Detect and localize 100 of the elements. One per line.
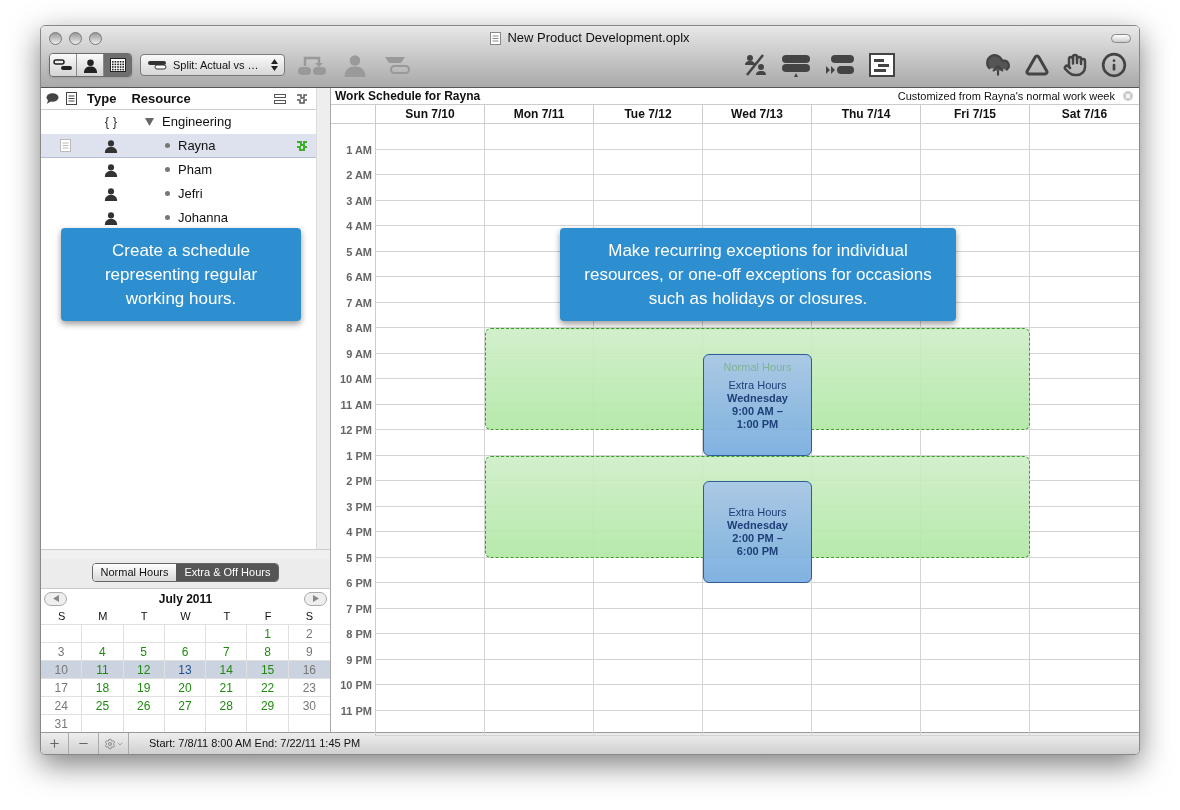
calendar-grid-icon (109, 58, 126, 72)
calendar-day[interactable]: 25 (95, 697, 110, 715)
resource-name: Pham (178, 160, 212, 179)
day-header: Tue 7/12 (594, 105, 703, 123)
cloud-upload-icon[interactable] (985, 52, 1011, 78)
report-icon[interactable] (869, 53, 895, 77)
view-mode-button[interactable] (104, 54, 131, 76)
hour-label: 6 PM (346, 576, 372, 591)
weekday-label: S (56, 609, 67, 624)
comment-icon (46, 93, 59, 104)
hours-tab[interactable]: Normal Hours (92, 564, 177, 581)
calendar-day[interactable]: 18 (95, 679, 110, 697)
calendar-day[interactable]: 31 (54, 715, 68, 733)
column-header[interactable]: Resource (131, 88, 191, 109)
view-mode-button[interactable] (50, 54, 77, 76)
calendar-day[interactable]: 3 (57, 643, 65, 661)
resource-name: Jefri (178, 184, 203, 203)
weekday-label: M (97, 609, 109, 624)
row-height-icon[interactable] (274, 93, 286, 104)
window-control[interactable] (49, 31, 62, 45)
calendar-day[interactable]: 14 (219, 661, 233, 679)
document-icon (66, 92, 77, 105)
resource-row[interactable]: Johanna (41, 206, 316, 230)
column-header[interactable]: Type (87, 88, 117, 109)
disclosure-triangle-icon[interactable] (145, 117, 154, 126)
calendar-day[interactable]: 21 (219, 679, 233, 697)
resource-row[interactable]: Rayna (41, 134, 316, 158)
stepper-icon (271, 59, 278, 71)
calendar-day[interactable]: 6 (181, 643, 189, 661)
hour-label: 9 PM (346, 652, 372, 668)
calendar-day[interactable]: 10 (54, 661, 68, 679)
person-icon (104, 186, 118, 201)
day-header: Wed 7/13 (703, 105, 812, 123)
calendar-day[interactable]: 11 (96, 661, 109, 679)
status-text: Start: 7/8/11 8:00 AM End: 7/22/11 1:45 PM (149, 736, 361, 752)
calendar-day[interactable]: 29 (260, 697, 275, 715)
toolbar-button[interactable] (1111, 33, 1131, 43)
calendar-day[interactable]: 17 (54, 679, 68, 697)
customization-note: Customized from Rayna's normal work week (897, 88, 1115, 104)
hour-label: 10 PM (340, 678, 372, 693)
calendar-day[interactable]: 24 (54, 697, 68, 715)
hour-label: 11 PM (340, 703, 372, 719)
calendar-day[interactable]: 9 (306, 643, 313, 661)
hour-label: 3 AM (346, 193, 372, 209)
hour-label: 2 AM (346, 168, 372, 183)
block-text: 2:00 PM – (732, 532, 783, 545)
hour-label: 4 PM (346, 525, 372, 540)
calendar-day[interactable]: 30 (302, 697, 316, 715)
calendar-day[interactable]: 23 (302, 679, 316, 697)
calendar-day[interactable]: 16 (302, 661, 316, 679)
calendar-day[interactable]: 15 (260, 661, 275, 679)
schedule-column-icon[interactable] (296, 92, 308, 105)
day-header: Mon 7/11 (485, 105, 594, 123)
calendar-day[interactable]: 19 (137, 679, 151, 697)
window-control[interactable] (69, 31, 82, 45)
calendar-day[interactable]: 1 (264, 625, 271, 643)
info-icon[interactable] (1101, 52, 1127, 78)
calendar-day[interactable]: 5 (140, 643, 148, 661)
block-text: Extra Hours (728, 378, 787, 392)
calendar-day[interactable]: 20 (178, 679, 192, 697)
weekday-label: S (304, 609, 314, 624)
resource-name: Rayna (178, 136, 216, 155)
resource-row[interactable]: { } Engineering (41, 110, 316, 134)
calendar-day[interactable]: 4 (99, 643, 106, 661)
schedule-title: Work Schedule for Rayna (335, 88, 481, 105)
previous-month-button[interactable] (44, 591, 67, 606)
person-icon (82, 57, 98, 73)
calendar-day[interactable]: 26 (137, 697, 151, 715)
weekday-label: T (139, 609, 149, 624)
calendar-day[interactable]: 27 (178, 697, 192, 715)
calendar-day[interactable]: 12 (137, 661, 151, 679)
calendar-day[interactable]: 7 (222, 643, 230, 661)
split-assignment-icon[interactable] (743, 53, 767, 77)
playback-bars-icon[interactable] (825, 54, 855, 76)
hierarchy-bars-icon[interactable] (781, 53, 811, 77)
stop-hand-icon[interactable] (1063, 53, 1087, 77)
calendar-day[interactable]: 8 (264, 643, 271, 661)
weekday-label: T (222, 609, 232, 624)
resource-row[interactable]: Pham (41, 158, 316, 182)
bullet-icon (165, 143, 170, 148)
hour-label: 5 AM (346, 244, 372, 260)
calendar-day[interactable]: 28 (219, 697, 233, 715)
calendar-day[interactable]: 13 (178, 661, 192, 679)
block-text: Wednesday (727, 519, 788, 532)
hour-label: 7 AM (346, 295, 372, 311)
calendar-day[interactable]: 2 (306, 625, 313, 643)
triangle-icon[interactable] (1025, 53, 1049, 77)
resource-row[interactable]: Jefri (41, 182, 316, 206)
calendar-day[interactable]: 22 (260, 679, 275, 697)
weekday-label: W (179, 609, 192, 624)
day-header: Fri 7/15 (921, 105, 1030, 123)
style-dropdown[interactable]: Split: Actual vs … (140, 54, 285, 76)
view-mode-button[interactable] (77, 54, 104, 76)
next-month-button[interactable] (304, 591, 327, 606)
hours-tab[interactable]: Extra & Off Hours (176, 564, 279, 581)
block-text: 1:00 PM (736, 417, 779, 431)
window-control[interactable] (89, 31, 102, 45)
document-icon (490, 31, 502, 45)
hour-label: 2 PM (346, 474, 372, 489)
extra-hours-block[interactable]: Extra Hours Wednesday 2:00 PM – 6:00 PM (703, 481, 812, 583)
